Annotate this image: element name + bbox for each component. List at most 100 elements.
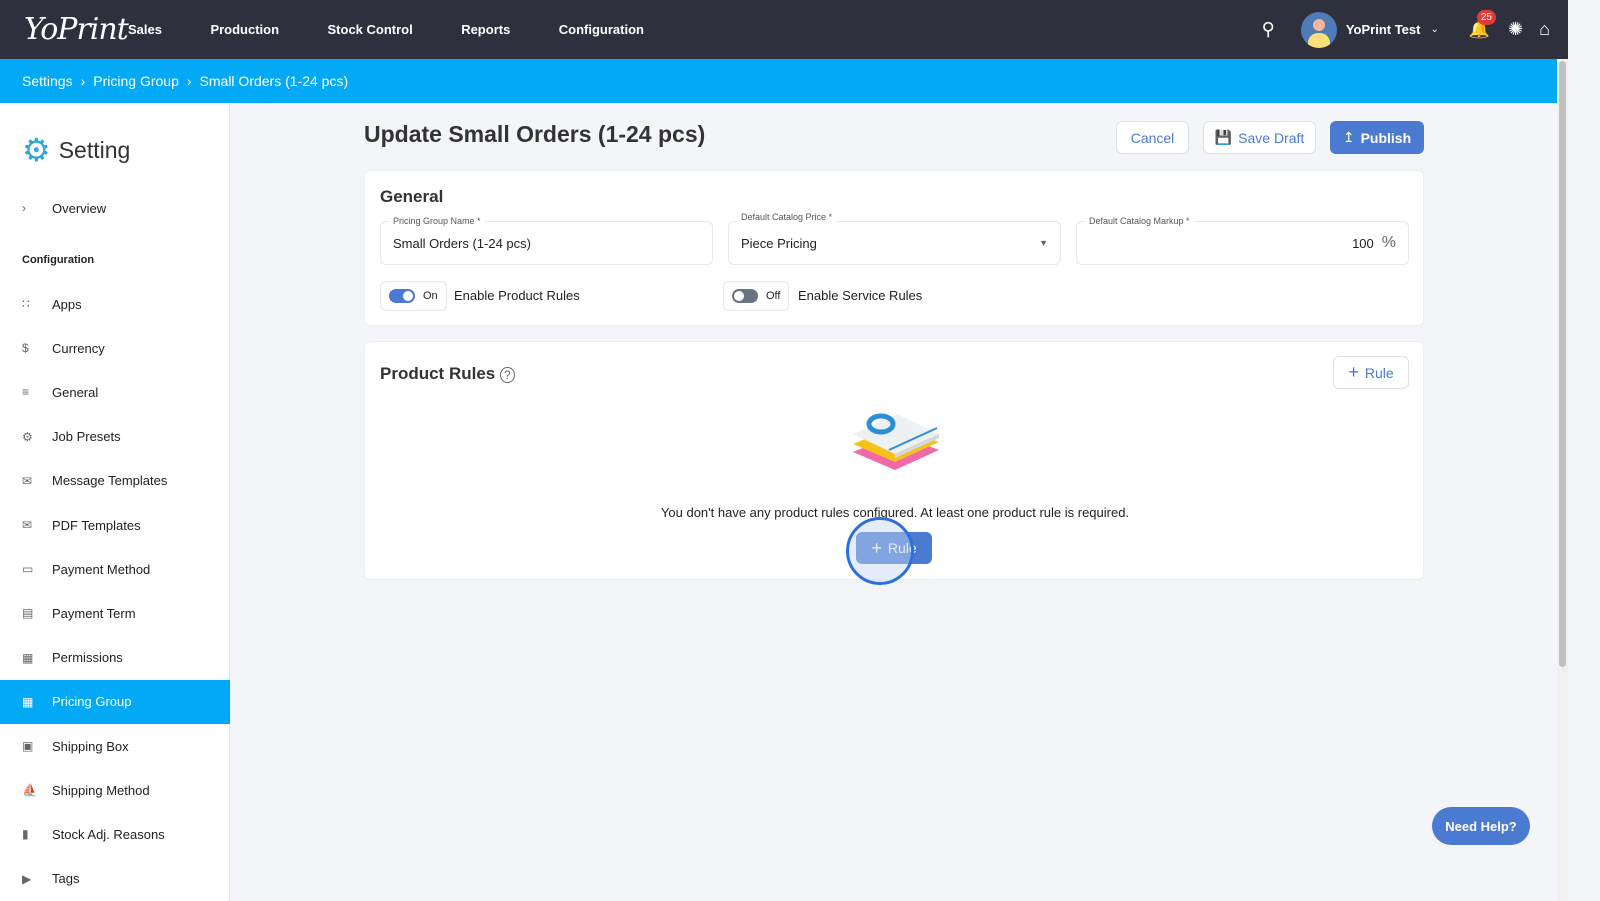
cancel-button[interactable]: Cancel (1116, 121, 1189, 154)
sidebar-item-label: Currency (52, 340, 105, 356)
product-rules-label: Enable Product Rules (454, 288, 580, 303)
service-rules-toggle[interactable]: Off (723, 281, 790, 311)
breadcrumb-pricing-group[interactable]: Pricing Group (93, 73, 179, 89)
sidebar-item-apps[interactable]: ∷ Apps (0, 282, 230, 326)
chevron-right-icon: › (186, 73, 192, 89)
default-catalog-markup-input[interactable]: Default Catalog Markup * 100% (1076, 216, 1409, 265)
nav-production[interactable]: Production (210, 22, 279, 37)
mail-icon: ✉ (22, 473, 33, 488)
bell-icon[interactable]: 🔔 25 (1469, 9, 1496, 40)
tag-icon: ▶ (22, 871, 32, 886)
sidebar-item-pricing-group[interactable]: ▦ Pricing Group (0, 679, 230, 724)
service-rules-label: Enable Service Rules (798, 288, 923, 303)
field-label: Default Catalog Markup * (1085, 216, 1194, 226)
avatar[interactable] (1300, 11, 1337, 48)
sidebar-item-label: Pricing Group (52, 694, 132, 710)
empty-state-message: You don't have any product rules configu… (660, 505, 1130, 520)
add-rule-button[interactable]: + Rule (1333, 356, 1409, 389)
dollar-icon: $ (22, 341, 29, 356)
product-rules-heading: Product Rules ? (380, 364, 515, 384)
card-icon: ▭ (22, 562, 34, 577)
list-icon: ▦ (22, 650, 34, 665)
sidebar-item-label: Payment Term (52, 605, 136, 621)
toggle-switch[interactable] (732, 289, 758, 303)
nav-configuration[interactable]: Configuration (559, 22, 644, 37)
chevron-down-icon[interactable]: ⌄ (1430, 24, 1438, 35)
chevron-right-icon: › (22, 201, 26, 215)
logo[interactable]: YoPrint (24, 12, 129, 47)
chevron-right-icon: › (80, 73, 86, 89)
sidebar-item-payment-term[interactable]: ▤ Payment Term (0, 591, 230, 635)
publish-button[interactable]: ↥ Publish (1330, 121, 1424, 154)
sidebar-title: Setting (58, 136, 131, 163)
need-help-button[interactable]: Need Help? (1432, 807, 1530, 845)
scrollbar[interactable] (1557, 59, 1568, 901)
sidebar-item-message-templates[interactable]: ✉ Message Templates (0, 459, 230, 503)
field-label: Pricing Group Name * (389, 216, 485, 226)
sidebar-item-shipping-box[interactable]: ▣ Shipping Box (0, 724, 230, 768)
search-icon[interactable]: ⚲ (1262, 19, 1275, 40)
sidebar-item-stock-adj-reasons[interactable]: ▮ Stock Adj. Reasons (0, 812, 230, 856)
sidebar-item-overview[interactable]: › Overview (0, 186, 230, 230)
grid-icon: ∷ (22, 297, 30, 311)
sidebar-item-label: PDF Templates (52, 517, 141, 533)
sidebar-item-label: Payment Method (52, 561, 151, 577)
clipboard-icon: ▤ (22, 606, 34, 621)
sidebar-item-general[interactable]: ≡ General (0, 370, 230, 414)
comment-icon: ▮ (22, 827, 29, 842)
nav-reports[interactable]: Reports (461, 22, 510, 37)
box-icon: ▣ (22, 739, 34, 753)
gear-icon: ⚙ (22, 429, 33, 444)
field-label: Default Catalog Price * (737, 212, 837, 222)
sidebar-item-label: Stock Adj. Reasons (52, 826, 165, 842)
page-title: Update Small Orders (1-24 pcs) (364, 121, 706, 147)
sidebar-item-label: Permissions (52, 650, 123, 666)
help-circle-icon[interactable]: ? (499, 367, 515, 383)
sidebar-item-label: Overview (52, 200, 107, 216)
ship-icon: ⛵ (22, 783, 37, 798)
sidebar-section-heading: Configuration (22, 254, 95, 266)
pricing-group-name-input[interactable]: Pricing Group Name * Small Orders (1-24 p… (380, 216, 713, 265)
breadcrumb-settings[interactable]: Settings (22, 73, 73, 89)
sidebar-item-label: Shipping Method (52, 782, 150, 798)
notification-badge: 25 (1476, 9, 1496, 25)
nav-stock-control[interactable]: Stock Control (328, 22, 413, 37)
sidebar-item-pdf-templates[interactable]: ✉ PDF Templates (0, 503, 230, 547)
sidebar-item-payment-method[interactable]: ▭ Payment Method (0, 547, 230, 591)
sidebar-item-label: Message Templates (52, 473, 168, 489)
save-draft-button[interactable]: 💾 Save Draft (1203, 121, 1316, 154)
toggle-switch[interactable] (389, 289, 415, 303)
general-card: General Pricing Group Name * Small Orders… (364, 170, 1424, 326)
breadcrumb: Settings › Pricing Group › Small Orders (1… (0, 59, 1557, 103)
mail-icon: ✉ (22, 518, 33, 532)
user-name[interactable]: YoPrint Test (1346, 22, 1421, 37)
plus-icon: + (1348, 362, 1359, 382)
aperture-icon[interactable]: ✺ (1508, 19, 1523, 40)
sidebar-item-shipping-method[interactable]: ⛵ Shipping Method (0, 768, 230, 812)
sidebar-item-label: Tags (52, 871, 80, 887)
sidebar-item-label: Apps (52, 296, 82, 312)
nav-sales[interactable]: Sales (128, 22, 162, 37)
sidebar-item-currency[interactable]: $ Currency (0, 326, 230, 370)
sidebar-item-label: Shipping Box (52, 738, 129, 754)
upload-icon: ↥ (1342, 129, 1355, 145)
sidebar-item-tags[interactable]: ▶ Tags (0, 857, 230, 901)
sidebar: ⚙ Setting › Overview Configuration ∷ Apps $ C… (0, 103, 230, 901)
general-heading: General (380, 187, 444, 206)
gear-icon: ⚙ (22, 132, 51, 168)
sidebar-item-label: Job Presets (52, 429, 121, 445)
caret-down-icon: ▼ (1039, 238, 1048, 248)
default-catalog-price-select[interactable]: Default Catalog Price * Piece Pricing ▼ (728, 212, 1061, 265)
top-navbar: YoPrint Sales Production Stock Control R… (0, 0, 1568, 59)
sidebar-item-job-presets[interactable]: ⚙ Job Presets (0, 415, 230, 459)
click-indicator (846, 517, 914, 585)
percent-icon: % (1381, 234, 1396, 251)
sidebar-item-label: General (52, 384, 99, 400)
product-rules-card: Product Rules ? + Rule You don't have any… (364, 341, 1424, 585)
home-icon[interactable]: ⌂ (1539, 19, 1550, 40)
product-rules-toggle[interactable]: On (380, 281, 447, 311)
sliders-icon: ≡ (22, 385, 30, 400)
sidebar-item-permissions[interactable]: ▦ Permissions (0, 636, 230, 680)
save-icon: 💾 (1214, 129, 1233, 145)
calendar-icon: ▦ (22, 694, 34, 709)
